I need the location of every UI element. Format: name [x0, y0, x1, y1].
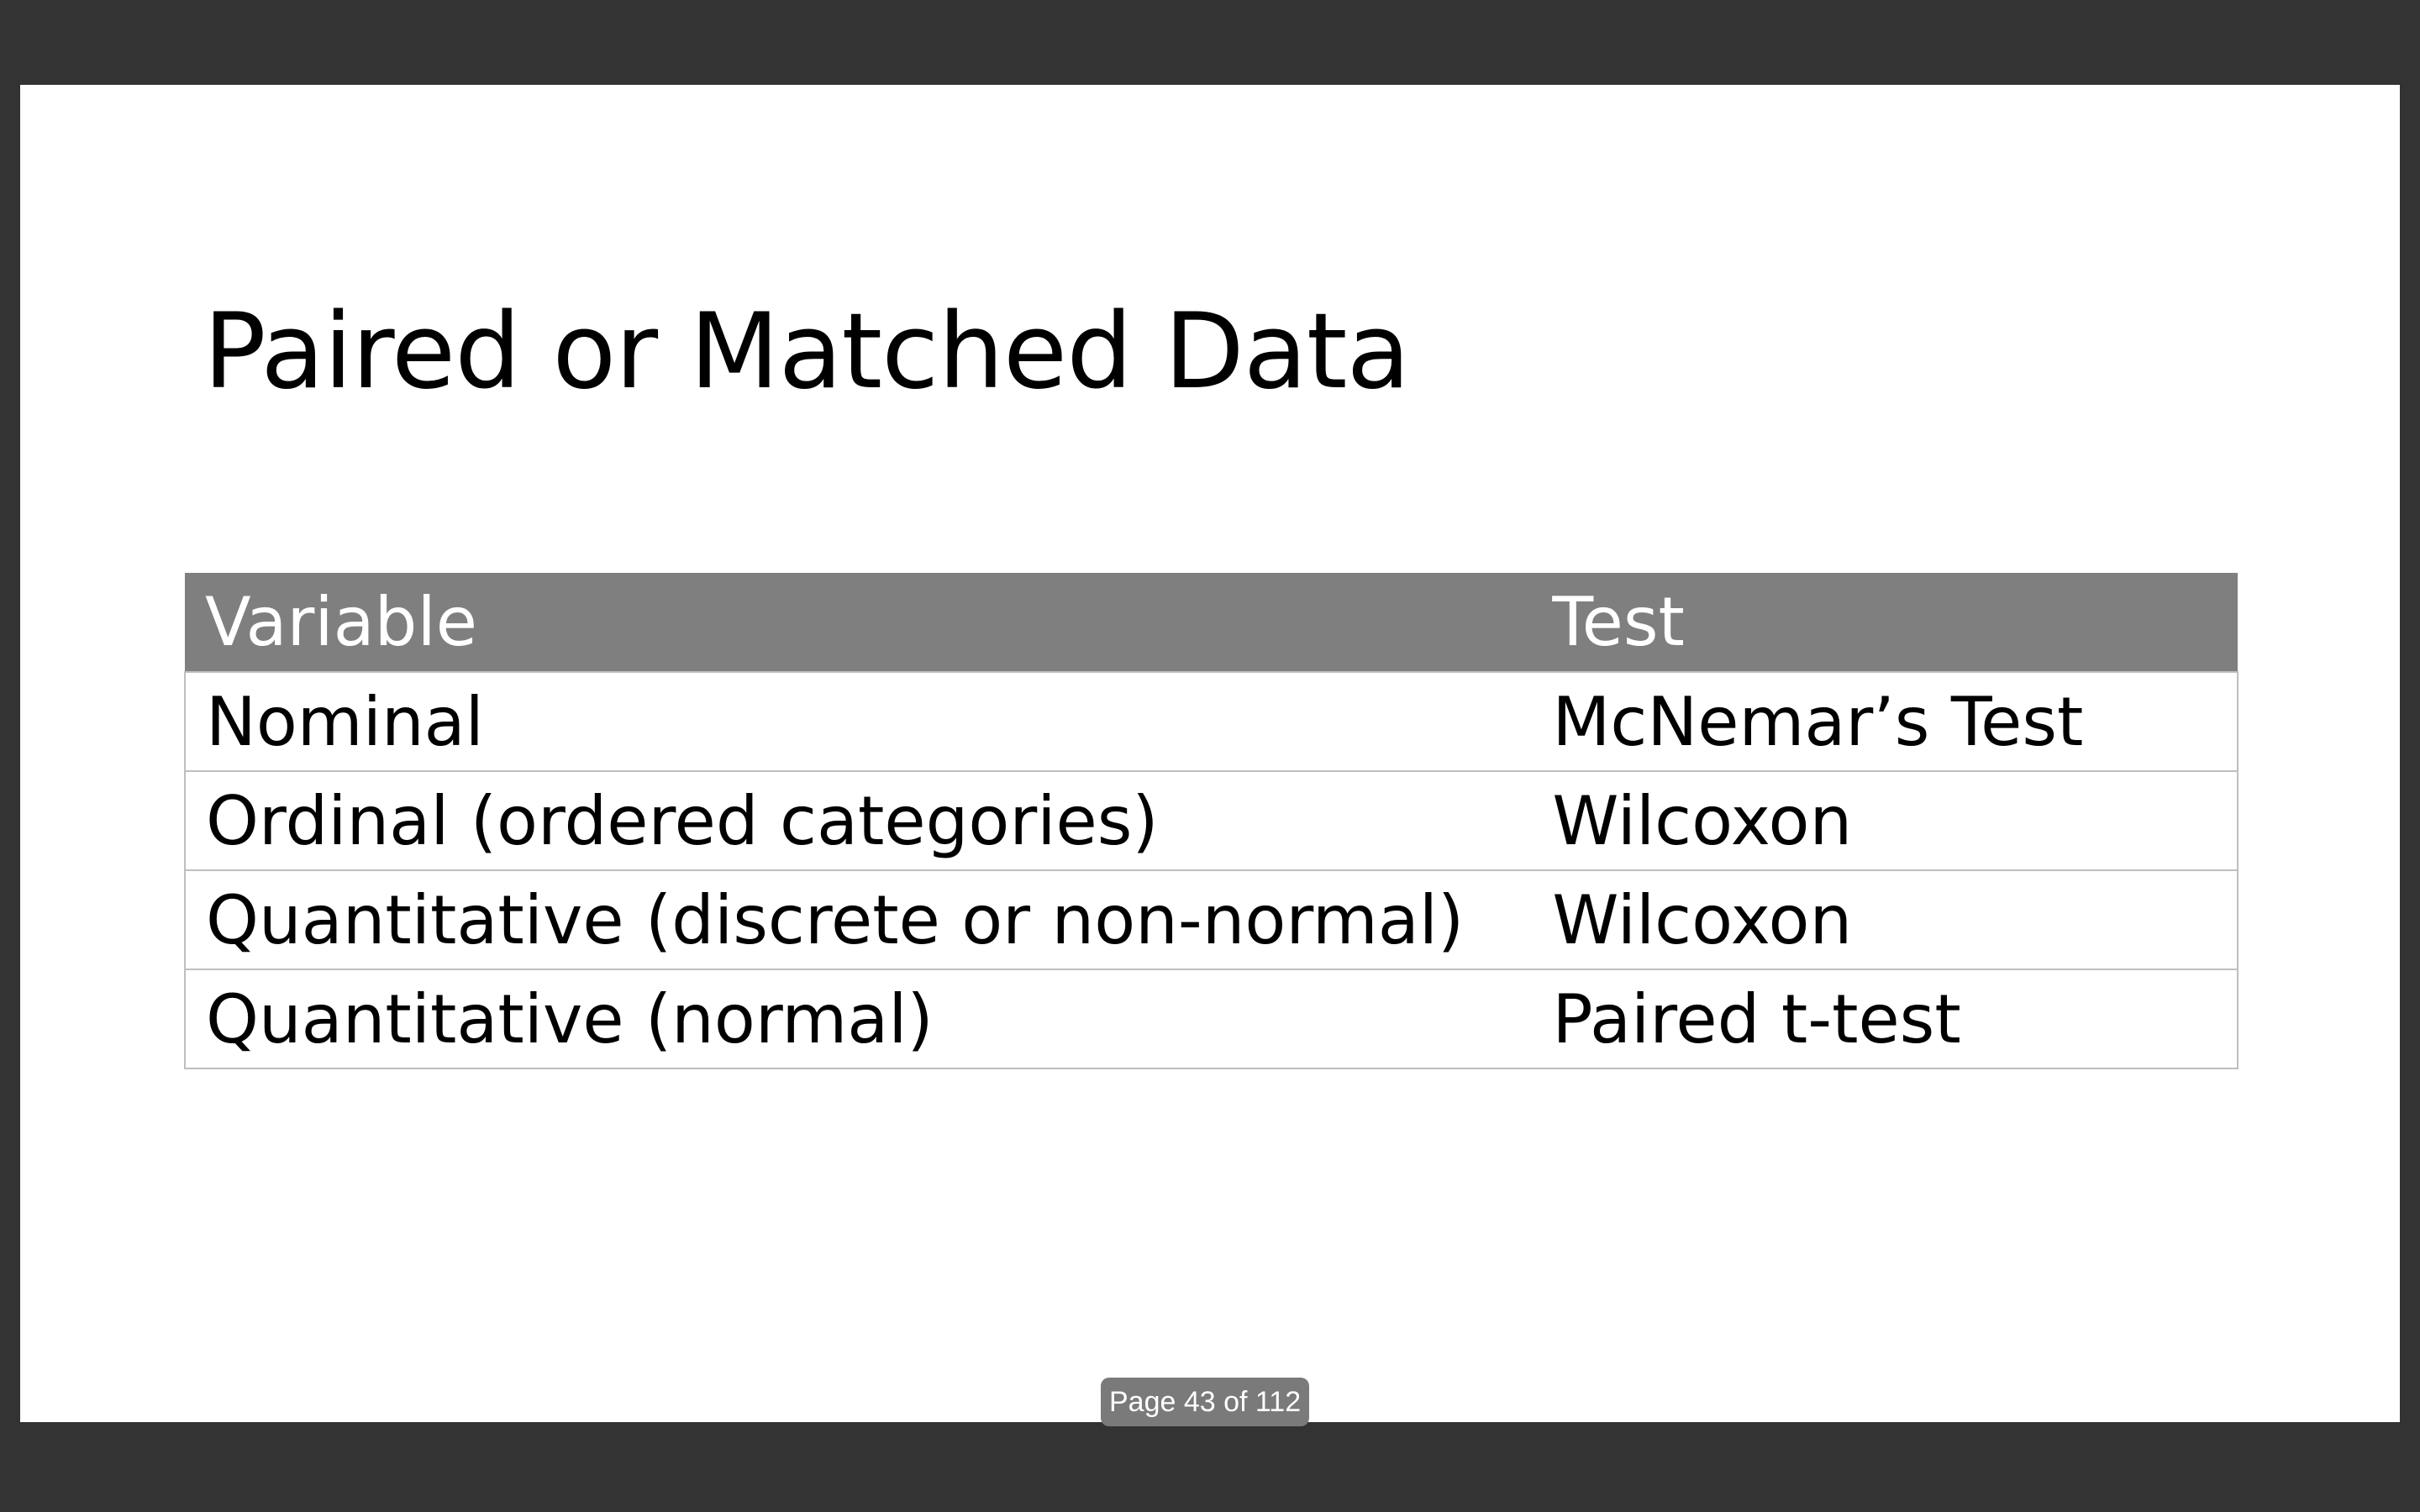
header-test: Test — [1532, 573, 2238, 672]
cell-variable: Quantitative (normal) — [183, 969, 1533, 1069]
header-variable: Variable — [185, 573, 1533, 672]
table-row: Quantitative (discrete or non-normal) Wi… — [183, 869, 2238, 970]
document-viewer: Paired or Matched Data Variable Test Nom… — [0, 0, 2420, 1512]
cell-test: Paired t-test — [1532, 969, 2238, 1069]
table-row: Ordinal (ordered categories) Wilcoxon — [183, 770, 2238, 871]
cell-variable: Ordinal (ordered categories) — [183, 770, 1533, 871]
cell-test: Wilcoxon — [1532, 869, 2238, 970]
cell-test: Wilcoxon — [1532, 770, 2238, 871]
slide-title: Paired or Matched Data — [203, 291, 1410, 412]
table-header-row: Variable Test — [185, 573, 2238, 672]
cell-variable: Quantitative (discrete or non-normal) — [183, 869, 1533, 970]
cell-test: McNemar’s Test — [1532, 671, 2238, 772]
page-indicator: Page 43 of 112 — [1101, 1378, 1310, 1426]
cell-variable: Nominal — [183, 671, 1533, 772]
table-row: Nominal McNemar’s Test — [183, 671, 2238, 772]
table-row: Quantitative (normal) Paired t-test — [183, 969, 2238, 1069]
test-selection-table: Variable Test Nominal McNemar’s Test Ord… — [183, 573, 2238, 1069]
slide-page: Paired or Matched Data Variable Test Nom… — [20, 85, 2400, 1422]
